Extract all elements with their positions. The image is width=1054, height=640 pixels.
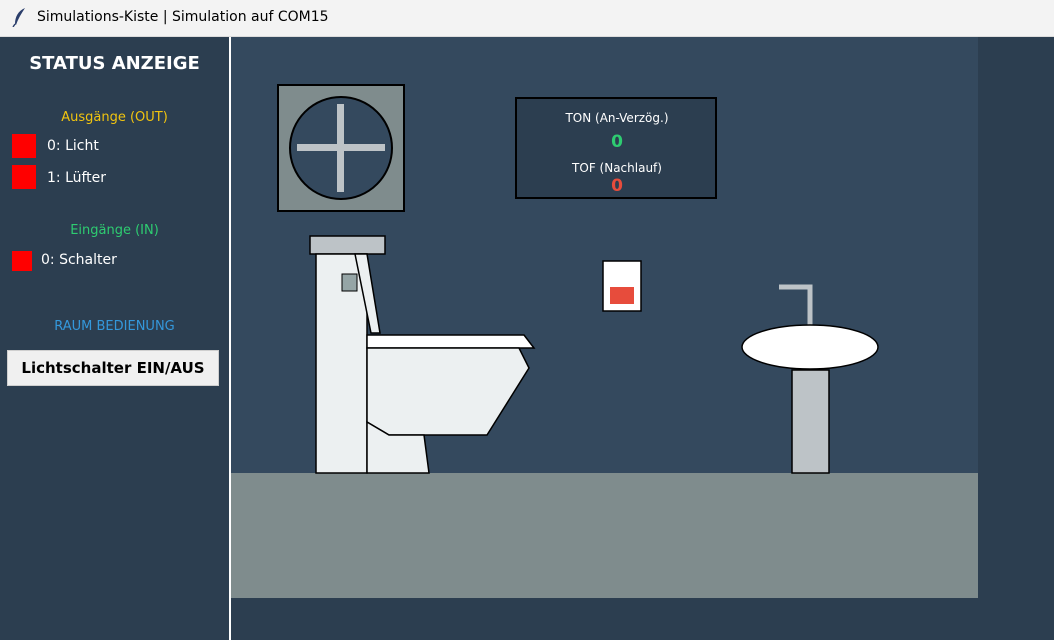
output-led-licht	[12, 134, 36, 158]
room-floor	[231, 473, 978, 598]
ton-value: 0	[611, 132, 623, 152]
feather-icon	[12, 8, 25, 27]
light-switch-button[interactable]: Lichtschalter EIN/AUS	[7, 350, 219, 386]
timer-display: TON (An-Verzög.) 0 TOF (Nachlauf) 0	[515, 97, 717, 199]
input-led-schalter	[12, 251, 32, 271]
outputs-section-title: Ausgänge (OUT)	[61, 110, 168, 125]
input-label-schalter: 0: Schalter	[41, 252, 117, 268]
window-title: Simulations-Kiste | Simulation auf COM15	[37, 9, 329, 25]
output-led-luefter	[12, 165, 36, 189]
status-title: STATUS ANZEIGE	[29, 53, 200, 74]
controls-section-title: RAUM BEDIENUNG	[54, 319, 175, 334]
wall-light-switch[interactable]	[602, 260, 642, 312]
switch-indicator	[610, 287, 634, 304]
fan-unit	[277, 84, 405, 212]
room-scene: TON (An-Verzög.) 0 TOF (Nachlauf) 0	[231, 37, 978, 598]
ton-label: TON (An-Verzög.)	[564, 111, 668, 125]
title-bar: Simulations-Kiste | Simulation auf COM15	[0, 0, 1054, 37]
output-label-luefter: 1: Lüfter	[47, 170, 107, 186]
inputs-section-title: Eingänge (IN)	[70, 223, 159, 238]
tof-label: TOF (Nachlauf)	[571, 161, 662, 175]
room-canvas: TON (An-Verzög.) 0 TOF (Nachlauf) 0	[231, 37, 1054, 640]
status-sidebar: STATUS ANZEIGE Ausgänge (OUT) 0: Licht 1…	[0, 37, 229, 640]
fan-blade-vertical	[337, 104, 344, 192]
tof-value: 0	[611, 176, 623, 196]
output-label-licht: 0: Licht	[47, 138, 99, 154]
